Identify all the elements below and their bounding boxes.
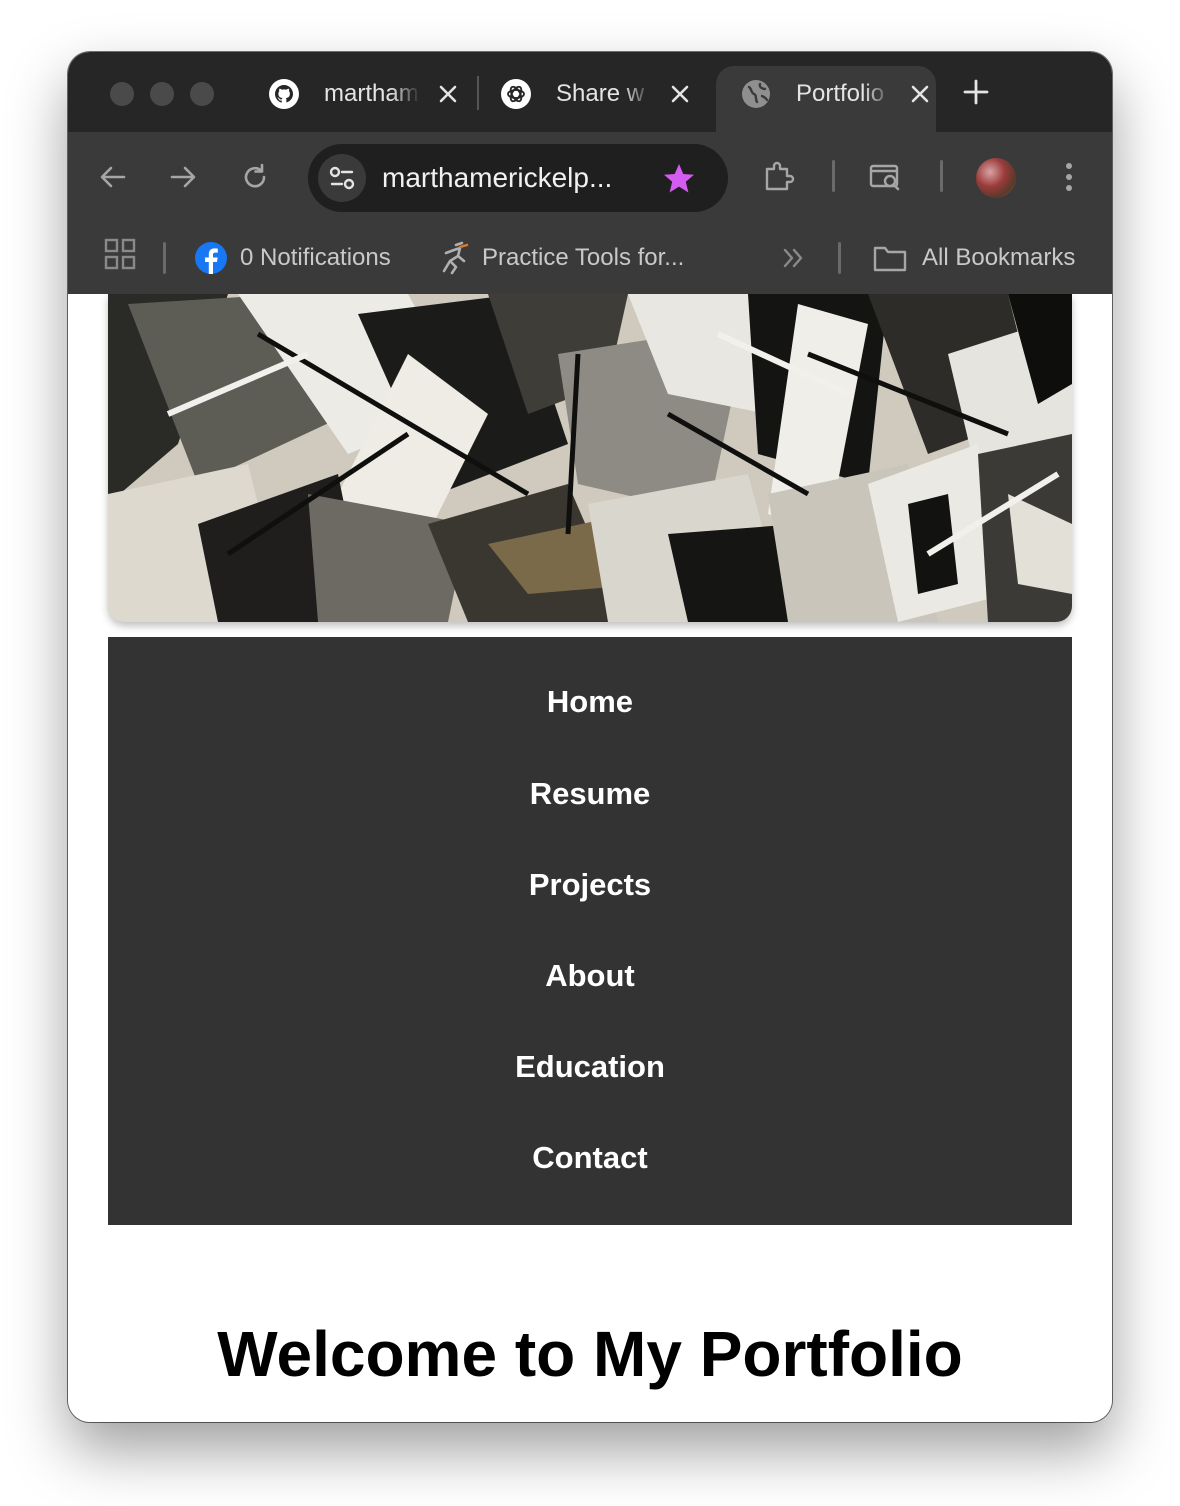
openai-icon [501, 79, 531, 109]
all-bookmarks-button[interactable]: All Bookmarks [872, 240, 1075, 276]
toolbar-separator [940, 160, 943, 192]
extensions-icon[interactable] [762, 160, 796, 194]
browser-window: marthamerickelp Share w [68, 52, 1112, 1422]
bookmark-label: 0 Notifications [240, 244, 391, 271]
tab-title: Portfolio [796, 80, 885, 107]
tab-github[interactable]: marthamerickelp [244, 66, 464, 132]
close-tab-icon[interactable] [436, 82, 460, 106]
tab-chatgpt[interactable]: Share w [476, 66, 696, 132]
tab-strip: marthamerickelp Share w [68, 52, 1112, 132]
tab-portfolio[interactable]: Portfolio [716, 66, 936, 132]
nav-resume-link[interactable]: Resume [108, 770, 1072, 818]
window-close-button[interactable] [110, 82, 134, 106]
window-zoom-button[interactable] [190, 82, 214, 106]
forward-icon[interactable] [168, 162, 198, 192]
nav-education-link[interactable]: Education [108, 1043, 1072, 1091]
bookmark-practice-tools[interactable]: Practice Tools for... [438, 240, 684, 276]
address-bar[interactable]: marthamerickelp... [308, 144, 728, 212]
more-bookmarks-icon[interactable] [780, 244, 808, 272]
browser-toolbar: marthamerickelp... [68, 132, 1112, 222]
github-icon [269, 79, 299, 109]
page-content: Home Resume Projects About Education Con… [68, 294, 1112, 1422]
close-tab-icon[interactable] [668, 82, 692, 106]
nav-about-link[interactable]: About [108, 952, 1072, 1000]
nav-home-link[interactable]: Home [108, 678, 1072, 726]
bookmark-label: All Bookmarks [922, 244, 1076, 271]
back-icon[interactable] [98, 162, 128, 192]
tab-title: Share w [556, 80, 645, 107]
runner-icon [442, 241, 469, 275]
tab-title: marthamerickelp [324, 80, 420, 107]
page-heading: Welcome to My Portfolio [217, 1318, 963, 1390]
site-settings-button[interactable] [318, 154, 366, 202]
bookmark-star-icon[interactable] [662, 162, 696, 196]
new-tab-icon[interactable] [960, 76, 992, 108]
hero-abstract-painting [108, 294, 1072, 622]
reload-icon[interactable] [240, 162, 270, 192]
tune-icon [329, 166, 355, 190]
url-text: marthamerickelp... [382, 162, 613, 193]
kebab-menu-icon[interactable] [1052, 160, 1086, 194]
window-minimize-button[interactable] [150, 82, 174, 106]
nav-projects-link[interactable]: Projects [108, 861, 1072, 909]
profile-avatar[interactable] [976, 158, 1016, 198]
bookmark-separator [838, 242, 841, 274]
tab-search-icon[interactable] [868, 160, 902, 194]
main-navigation: Home Resume Projects About Education Con… [108, 637, 1072, 1225]
globe-icon [742, 80, 770, 108]
bookmark-separator [163, 242, 166, 274]
apps-grid-icon[interactable] [104, 238, 136, 270]
bookmarks-bar: 0 Notifications Practice Tools for... Al… [68, 222, 1112, 294]
facebook-icon [195, 242, 227, 274]
folder-icon [873, 246, 907, 272]
bookmark-notifications[interactable]: 0 Notifications [194, 240, 391, 276]
toolbar-separator [832, 160, 835, 192]
abstract-art-image [108, 294, 1072, 622]
bookmark-label: Practice Tools for... [482, 244, 685, 271]
close-tab-icon[interactable] [908, 82, 932, 106]
nav-contact-link[interactable]: Contact [108, 1134, 1072, 1182]
